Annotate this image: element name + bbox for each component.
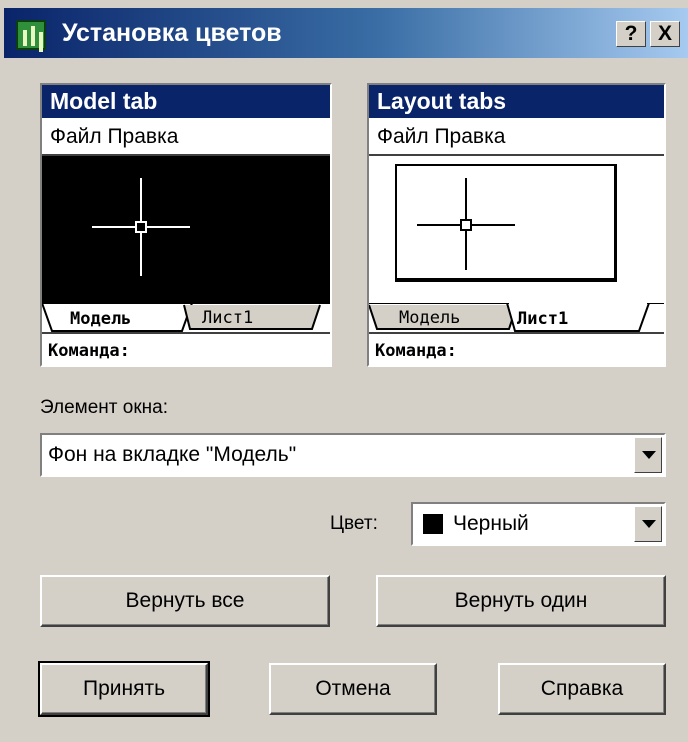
element-select[interactable]: Фон на вкладке "Модель" (40, 433, 666, 477)
model-tab-command-line: Команда: (42, 332, 330, 367)
pickbox-icon (135, 221, 147, 233)
layout1-tab-label[interactable]: Лист1 (202, 308, 253, 328)
layout-tabs-drawing-area (369, 156, 664, 306)
model-tab-header: Model tab (42, 85, 330, 118)
color-select-value: Черный (453, 512, 529, 535)
help-button[interactable]: Справка (498, 663, 666, 715)
layout-tabs-preview[interactable]: Layout tabs Файл Правка Модель Лист1 Ком… (367, 83, 666, 367)
model-tab-menu: Файл Правка (42, 118, 330, 156)
color-label: Цвет: (330, 513, 378, 534)
apply-button[interactable]: Принять (38, 661, 210, 717)
model-tab-label[interactable]: Модель (70, 309, 131, 329)
model-tab-drawing-area (42, 156, 330, 306)
model-tab-preview[interactable]: Model tab Файл Правка Модель Лист1 Коман… (40, 83, 332, 367)
cancel-button[interactable]: Отмена (269, 663, 437, 715)
app-icon (16, 20, 46, 50)
layout1-tab-label[interactable]: Лист1 (517, 309, 568, 329)
close-icon[interactable]: X (650, 21, 680, 47)
title-bar[interactable]: Установка цветов ? X (4, 8, 688, 58)
chevron-down-icon[interactable] (634, 506, 662, 542)
layout-tabs-header: Layout tabs (369, 85, 664, 118)
restore-all-button[interactable]: Вернуть все (40, 575, 330, 627)
color-swatch (423, 514, 443, 534)
element-select-value: Фон на вкладке "Модель" (48, 443, 297, 466)
model-tab-label[interactable]: Модель (399, 308, 460, 328)
pickbox-icon (460, 219, 472, 231)
layout-tabs-strip: Модель Лист1 (369, 303, 664, 333)
color-select[interactable]: Черный (411, 502, 666, 546)
element-label: Элемент окна: (40, 397, 168, 418)
paper-sheet (395, 164, 617, 282)
restore-one-button[interactable]: Вернуть один (376, 575, 666, 627)
layout-tabs-command-line: Команда: (369, 332, 664, 367)
layout-tabs-menu: Файл Правка (369, 118, 664, 156)
window-title: Установка цветов (62, 19, 282, 47)
chevron-down-icon[interactable] (634, 437, 662, 473)
help-icon[interactable]: ? (616, 21, 646, 47)
model-tab-strip: Модель Лист1 (42, 303, 330, 333)
color-settings-dialog: Установка цветов ? X Model tab Файл Прав… (0, 0, 688, 742)
